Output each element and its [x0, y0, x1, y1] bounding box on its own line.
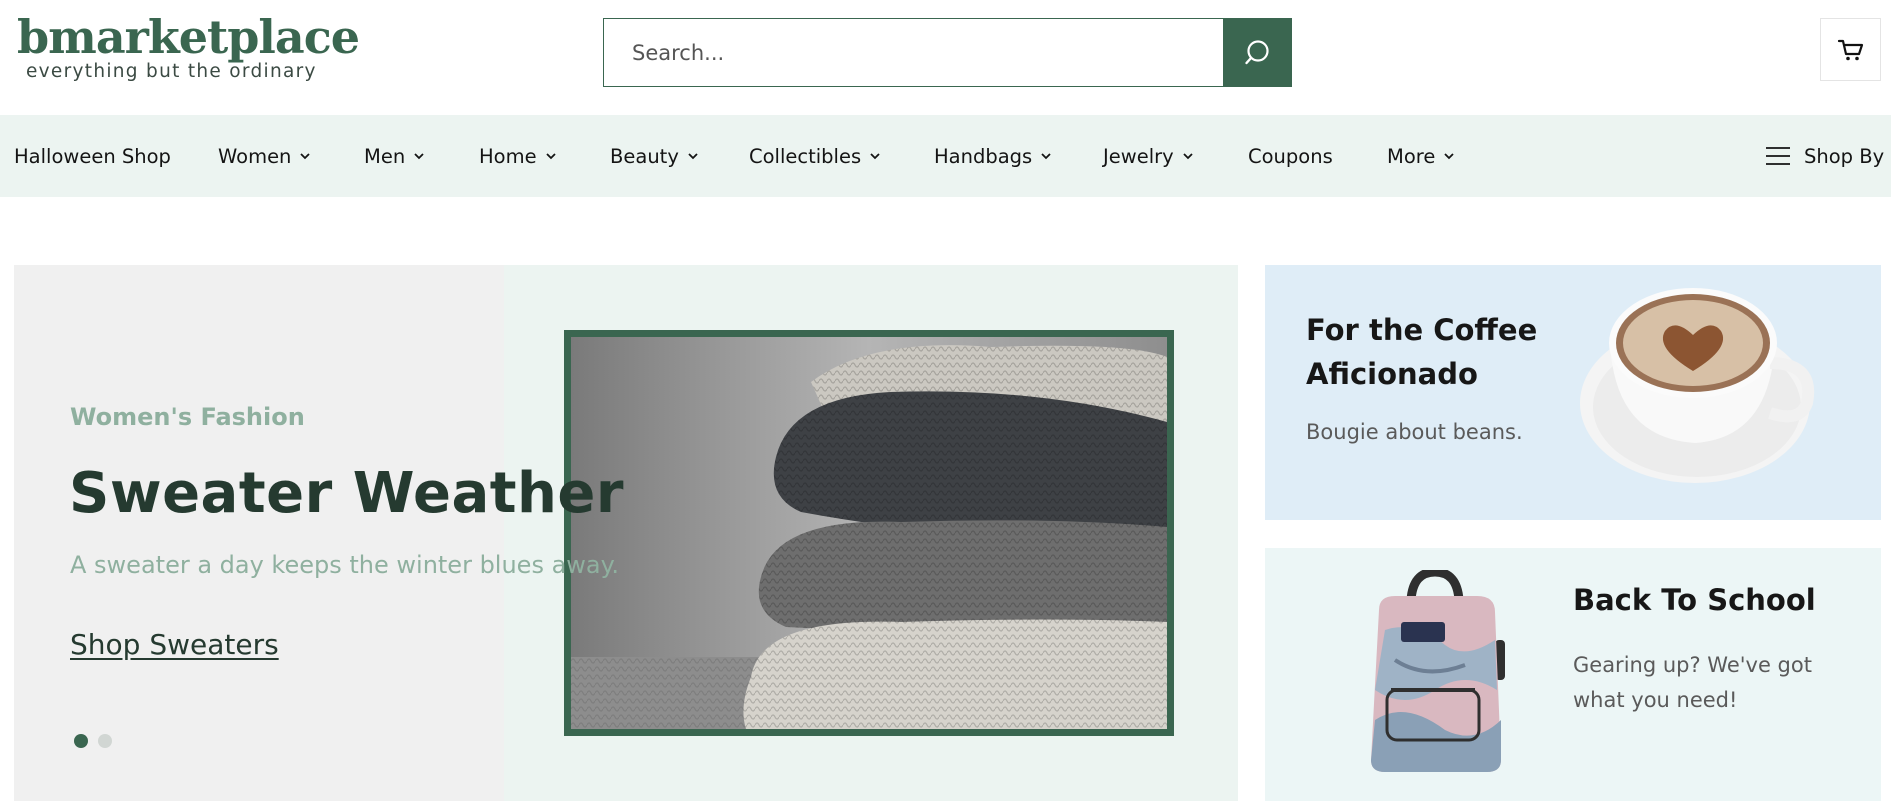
chevron-down-icon [870, 153, 880, 160]
backpack-image [1371, 570, 1505, 772]
nav-item-coupons[interactable]: Coupons [1248, 115, 1333, 197]
hero-subtitle: A sweater a day keeps the winter blues a… [70, 551, 620, 579]
promo-title-line: Aficionado [1306, 357, 1478, 391]
logo[interactable]: bmarketplace everything but the ordinary [17, 10, 360, 89]
cart-icon [1837, 39, 1863, 60]
promo-subtitle-line: Gearing up? We've got [1573, 653, 1812, 677]
logo-tagline: everything but the ordinary [26, 61, 317, 82]
nav-item-halloween-shop[interactable]: Halloween Shop [14, 115, 171, 197]
nav-item-label: Halloween Shop [14, 144, 171, 168]
nav-item-home[interactable]: Home [479, 115, 557, 197]
promo-title-line: For the Coffee [1306, 313, 1538, 347]
search-input[interactable] [604, 19, 1223, 86]
nav-item-collectibles[interactable]: Collectibles [749, 115, 881, 197]
shop-by-menu[interactable]: Shop By [1766, 115, 1884, 197]
cart-button[interactable] [1820, 18, 1881, 81]
hero-kicker: Women's Fashion [70, 403, 305, 431]
nav-item-label: Home [479, 144, 537, 168]
promo-title: For the Coffee Aficionado [1306, 308, 1537, 396]
chevron-down-icon [1444, 153, 1454, 160]
nav-item-label: Women [218, 144, 292, 168]
carousel-dots [74, 734, 112, 748]
nav-item-women[interactable]: Women [218, 115, 311, 197]
logo-wordmark: bmarketplace [17, 10, 360, 64]
nav-item-label: Jewelry [1103, 144, 1174, 168]
nav-item-label: Beauty [610, 144, 679, 168]
hero-title: Sweater Weather [69, 461, 624, 526]
promo-title: Back To School [1573, 583, 1816, 617]
main-nav: Halloween Shop Women Men Home Beauty Col… [0, 115, 1891, 197]
hero-left-panel [14, 265, 504, 801]
promo-subtitle: Gearing up? We've got what you need! [1573, 648, 1812, 718]
hero-sweaters-image [564, 330, 1174, 736]
nav-item-handbags[interactable]: Handbags [934, 115, 1052, 197]
promo-card-coffee[interactable]: For the Coffee Aficionado Bougie about b… [1265, 265, 1881, 520]
search-button[interactable] [1223, 19, 1291, 86]
chevron-down-icon [688, 153, 698, 160]
carousel-dot-2[interactable] [98, 734, 112, 748]
nav-item-label: More [1387, 144, 1436, 168]
nav-item-label: Collectibles [749, 144, 862, 168]
nav-item-label: Coupons [1248, 144, 1333, 168]
chevron-down-icon [1041, 153, 1051, 160]
nav-item-jewelry[interactable]: Jewelry [1103, 115, 1194, 197]
nav-item-more[interactable]: More [1387, 115, 1455, 197]
chevron-down-icon [414, 153, 424, 160]
search-bar [603, 18, 1292, 87]
promo-card-back-to-school[interactable]: Back To School Gearing up? We've got wha… [1265, 548, 1881, 801]
hamburger-menu-icon [1766, 147, 1790, 165]
chevron-down-icon [1183, 153, 1193, 160]
promo-subtitle: Bougie about beans. [1306, 420, 1523, 444]
coffee-cup-image [1580, 288, 1815, 483]
nav-item-label: Men [364, 144, 406, 168]
shop-by-label: Shop By [1804, 144, 1885, 168]
chevron-down-icon [545, 153, 556, 160]
site-header: bmarketplace everything but the ordinary [0, 0, 1891, 115]
nav-item-beauty[interactable]: Beauty [610, 115, 699, 197]
shop-sweaters-link[interactable]: Shop Sweaters [70, 628, 279, 661]
nav-item-men[interactable]: Men [364, 115, 425, 197]
chevron-down-icon [300, 153, 311, 160]
search-icon [1245, 39, 1269, 64]
promo-subtitle-line: what you need! [1573, 688, 1738, 712]
nav-item-label: Handbags [934, 144, 1033, 168]
hero-carousel: Women's Fashion Sweater Weather A sweate… [14, 265, 1238, 801]
carousel-dot-1[interactable] [74, 734, 88, 748]
